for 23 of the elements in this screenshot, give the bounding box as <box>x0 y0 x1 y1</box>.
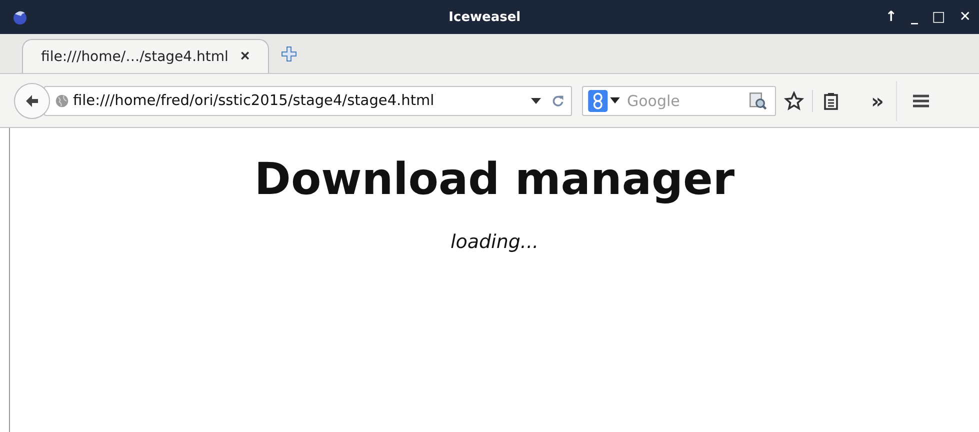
url-field[interactable]: file:///home/fred/ori/sstic2015/stage4/stage4.html <box>44 86 572 116</box>
back-arrow-icon <box>24 92 40 108</box>
clipboard-icon[interactable] <box>821 90 841 110</box>
maximize-button[interactable]: □ <box>928 9 950 25</box>
window-title: Iceweasel <box>448 10 522 24</box>
reload-icon[interactable] <box>551 94 565 108</box>
dropdown-icon[interactable] <box>531 98 541 104</box>
back-button[interactable] <box>14 82 50 118</box>
browser-tab[interactable]: file:///home/…/stage4.html × <box>22 39 269 73</box>
search-engine-icon[interactable] <box>587 90 621 112</box>
page-heading: Download manager <box>254 154 735 205</box>
minimize-button[interactable]: _ <box>907 9 922 25</box>
close-button[interactable]: ✕ <box>955 9 975 25</box>
search-field[interactable]: Google <box>625 90 749 110</box>
new-tab-icon[interactable] <box>280 46 297 62</box>
raise-button[interactable]: ↑ <box>881 9 902 25</box>
search-icon[interactable] <box>749 92 767 110</box>
search-bar[interactable]: Google <box>582 86 776 116</box>
globe-icon <box>55 94 69 108</box>
close-tab-button[interactable]: × <box>240 48 250 66</box>
bookmark-star-icon[interactable] <box>784 90 804 110</box>
overflow-button[interactable]: » <box>871 88 884 112</box>
loading-text: loading... <box>450 231 539 253</box>
